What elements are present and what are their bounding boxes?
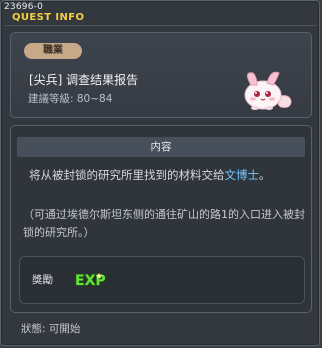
quest-description: 将从被封锁的研究所里找到的材料交给文博士。 xyxy=(29,166,299,184)
level-requirement: 建議等級: 80~84 xyxy=(28,93,113,105)
description-end: 。 xyxy=(259,168,271,182)
content-section-title: 内容 xyxy=(17,137,305,157)
npc-link[interactable]: 文博士 xyxy=(225,168,260,182)
reward-label: 獎勵 xyxy=(32,274,53,286)
reward-box: 獎勵 EXP xyxy=(19,256,305,304)
exp-reward-icon[interactable]: EXP xyxy=(74,268,106,290)
quest-content-panel: 内容 将从被封锁的研究所里找到的材料交给文博士。 （可通过埃德尔斯坦东侧的通往矿… xyxy=(10,125,312,313)
quest-info-window: 23696-0 QUEST INFO 職業 [尖兵] 调查结果报告 建議等級: … xyxy=(0,0,320,346)
category-badge: 職業 xyxy=(24,43,82,59)
title-divider xyxy=(5,25,317,26)
quest-name: [尖兵] 调查结果报告 xyxy=(29,73,139,87)
window-title: QUEST INFO xyxy=(12,12,85,23)
quest-header-panel: 職業 [尖兵] 调查结果报告 建議等級: 80~84 xyxy=(10,32,312,118)
quest-id: 23696-0 xyxy=(4,2,44,12)
quest-status: 狀態: 可開始 xyxy=(21,323,81,335)
description-text: 将从被封锁的研究所里找到的材料交给 xyxy=(29,168,225,182)
pink-bunny-mascot-icon xyxy=(244,71,292,110)
quest-note: （可通过埃德尔斯坦东侧的通往矿山的路1的入口进入被封锁的研究所。） xyxy=(23,208,305,239)
